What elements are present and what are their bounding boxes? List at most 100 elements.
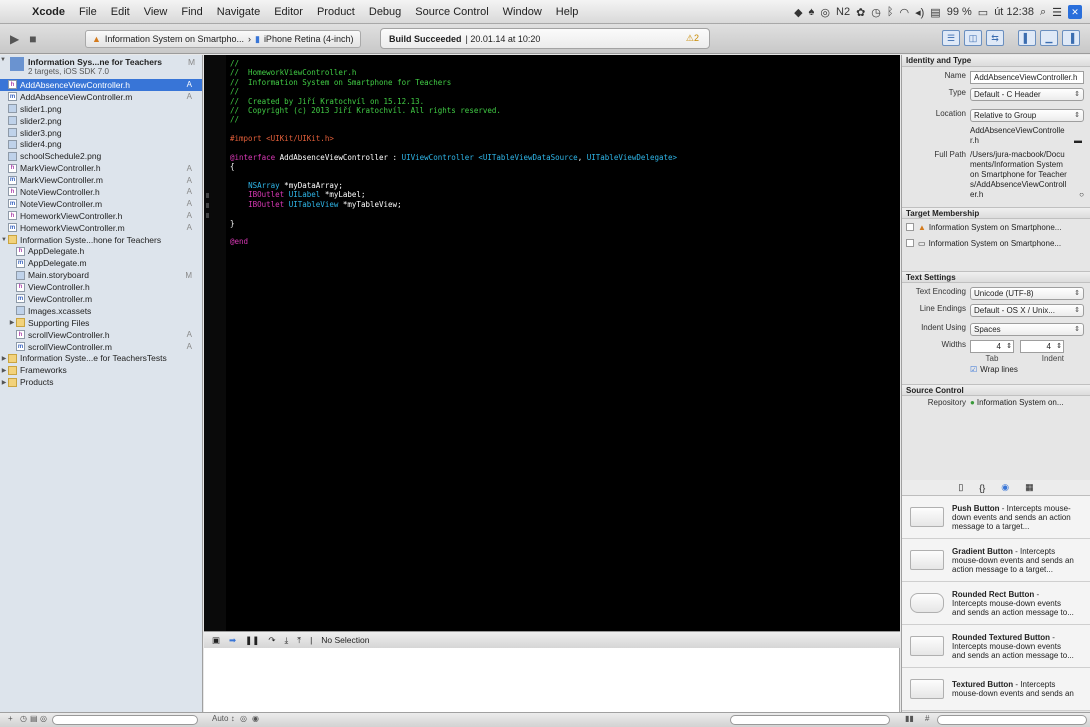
- add-icon[interactable]: +: [8, 714, 13, 723]
- battery-status[interactable]: 99 %: [947, 6, 972, 18]
- menu-find[interactable]: Find: [174, 6, 209, 18]
- code-line[interactable]: [230, 228, 677, 237]
- recent-files-icon[interactable]: ◷: [20, 714, 27, 723]
- code-line[interactable]: #import <UIKit/UIKit.h>: [230, 134, 677, 143]
- target-row[interactable]: ▭ Information System on Smartphone...: [902, 235, 1090, 251]
- file-row[interactable]: schoolSchedule2.png: [0, 150, 202, 162]
- disclosure-down-icon[interactable]: ▼: [0, 237, 8, 243]
- stepper-icon[interactable]: ⇕: [1006, 341, 1012, 352]
- file-row[interactable]: slider2.png: [0, 115, 202, 127]
- menu-editor[interactable]: Editor: [267, 6, 310, 18]
- tab-width-field[interactable]: 4 ⇕: [970, 340, 1014, 353]
- library-filter-field[interactable]: [937, 715, 1087, 725]
- scm-filter-icon[interactable]: ▤: [30, 714, 38, 723]
- target-row[interactable]: ▲ Information System on Smartphone...: [902, 219, 1090, 235]
- file-row[interactable]: m HomeworkViewController.m A: [0, 222, 202, 234]
- name-field[interactable]: AddAbsenceViewController.h: [970, 71, 1084, 84]
- object-library-icon[interactable]: ◉: [1001, 482, 1009, 493]
- file-row[interactable]: h AppDelegate.h: [0, 245, 202, 257]
- encoding-select[interactable]: Unicode (UTF-8) ⇕: [970, 287, 1084, 300]
- project-root[interactable]: ▼ Information Sys...ne for Teachers 2 ta…: [0, 55, 202, 79]
- debug-toggle-icon[interactable]: ▁: [1040, 30, 1058, 46]
- file-template-icon[interactable]: ▯: [958, 482, 963, 493]
- grid-icon[interactable]: #: [925, 714, 929, 723]
- volume-icon[interactable]: ◂): [915, 6, 924, 19]
- standard-editor-icon[interactable]: ☰: [942, 30, 960, 46]
- editor-gutter[interactable]: [204, 55, 226, 631]
- notification-list-icon[interactable]: ☰: [1052, 6, 1062, 19]
- disclosure-right-icon[interactable]: ▶: [0, 355, 8, 362]
- version-editor-icon[interactable]: ⇆: [986, 30, 1004, 46]
- menu-view[interactable]: View: [137, 6, 175, 18]
- code-text[interactable]: //// HomeworkViewController.h// Informat…: [230, 59, 677, 247]
- code-line[interactable]: [230, 144, 677, 153]
- menu-file[interactable]: File: [72, 6, 104, 18]
- code-line[interactable]: // Copyright (c) 2013 Jiří Kratochvíl. A…: [230, 106, 677, 115]
- bluetooth-icon[interactable]: ᛒ: [887, 6, 894, 18]
- file-row[interactable]: m scrollViewController.m A: [0, 341, 202, 353]
- assistant-editor-icon[interactable]: ◫: [964, 30, 982, 46]
- warning-badge[interactable]: ⚠2: [686, 33, 699, 44]
- file-row[interactable]: ▶ Information Syste...e for TeachersTests: [0, 352, 202, 364]
- file-row[interactable]: h MarkViewController.h A: [0, 162, 202, 174]
- utilities-toggle-icon[interactable]: ▐: [1062, 30, 1080, 46]
- code-snippet-icon[interactable]: {}: [979, 483, 985, 493]
- code-line[interactable]: // Created by Jiří Kratochvíl on 15.12.1…: [230, 97, 677, 106]
- code-line[interactable]: [230, 172, 677, 181]
- menu-edit[interactable]: Edit: [104, 6, 137, 18]
- file-row[interactable]: h AddAbsenceViewController.h A: [0, 79, 202, 91]
- file-row[interactable]: h HomeworkViewController.h A: [0, 210, 202, 222]
- file-row[interactable]: m AddAbsenceViewController.m A: [0, 91, 202, 103]
- file-row[interactable]: slider3.png: [0, 127, 202, 139]
- flag-icon[interactable]: ▤: [930, 6, 940, 19]
- split-console-icon[interactable]: ▮▮: [905, 714, 914, 723]
- file-row[interactable]: m NoteViewController.m A: [0, 198, 202, 210]
- code-line[interactable]: //: [230, 115, 677, 124]
- menu-product[interactable]: Product: [310, 6, 362, 18]
- wifi-icon[interactable]: ◠: [900, 6, 910, 19]
- console-filter-field[interactable]: [730, 715, 890, 725]
- navigator-toggle-icon[interactable]: ▌: [1018, 30, 1036, 46]
- filter-icon[interactable]: ◎: [40, 714, 47, 723]
- menu-help[interactable]: Help: [549, 6, 586, 18]
- reveal-arrow-icon[interactable]: ○: [1079, 190, 1084, 200]
- menu-debug[interactable]: Debug: [362, 6, 408, 18]
- hide-debug-icon[interactable]: ▣: [212, 635, 220, 646]
- code-line[interactable]: // Information System on Smartphone for …: [230, 78, 677, 87]
- code-line[interactable]: [230, 209, 677, 218]
- file-row[interactable]: ▼ Information Syste...hone for Teachers: [0, 234, 202, 246]
- step-over-icon[interactable]: ↷: [268, 635, 275, 646]
- code-line[interactable]: IBOutlet UILabel *myLabel;: [230, 190, 677, 199]
- input-status[interactable]: Ν2: [836, 6, 850, 18]
- file-row[interactable]: m MarkViewController.m A: [0, 174, 202, 186]
- file-row[interactable]: ▶ Frameworks: [0, 364, 202, 376]
- code-line[interactable]: @interface AddAbsenceViewController : UI…: [230, 153, 677, 162]
- media-library-icon[interactable]: ▦: [1025, 482, 1034, 493]
- target-checkbox[interactable]: [906, 239, 914, 247]
- sync-icon[interactable]: ✿: [856, 6, 865, 19]
- debug-area[interactable]: [204, 648, 900, 712]
- clock[interactable]: út 12:38: [994, 6, 1034, 18]
- menu-navigate[interactable]: Navigate: [210, 6, 267, 18]
- library-item[interactable]: Push Button - Intercepts mouse-down even…: [902, 496, 1090, 539]
- code-line[interactable]: @end: [230, 237, 677, 246]
- disclosure-right-icon[interactable]: ▶: [8, 319, 16, 326]
- file-row[interactable]: ▶ Products: [0, 376, 202, 388]
- breakpoints-icon[interactable]: ➡: [229, 635, 236, 646]
- library-item[interactable]: Rounded Rect Button - Intercepts mouse-d…: [902, 582, 1090, 625]
- code-line[interactable]: IBOutlet UITableView *myTableView;: [230, 200, 677, 209]
- code-line[interactable]: {: [230, 162, 677, 171]
- disclosure-down-icon[interactable]: ▼: [0, 57, 8, 63]
- indent-width-field[interactable]: 4 ⇕: [1020, 340, 1064, 353]
- code-line[interactable]: // HomeworkViewController.h: [230, 68, 677, 77]
- library-item[interactable]: Textured Button - Intercepts mouse-down …: [902, 668, 1090, 711]
- source-editor[interactable]: //// HomeworkViewController.h// Informat…: [204, 55, 900, 631]
- evernote-icon[interactable]: ♠: [809, 6, 815, 18]
- library-item[interactable]: Rounded Textured Button - Intercepts mou…: [902, 625, 1090, 668]
- code-line[interactable]: }: [230, 219, 677, 228]
- folder-icon[interactable]: ▬: [1074, 136, 1082, 146]
- indent-using-select[interactable]: Spaces ⇕: [970, 323, 1084, 336]
- code-line[interactable]: //: [230, 59, 677, 68]
- spotlight-icon[interactable]: ⌕: [1040, 6, 1046, 19]
- code-line[interactable]: [230, 125, 677, 134]
